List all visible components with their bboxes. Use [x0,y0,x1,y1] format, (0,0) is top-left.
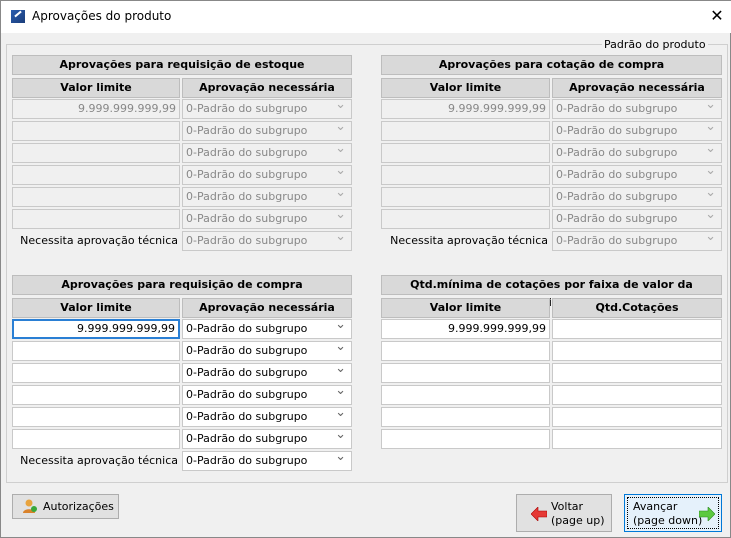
valor-limite-input[interactable] [12,407,180,427]
valor-limite-input[interactable] [381,429,550,449]
necessita-aprovacao-tecnica-label: Necessita aprovação técnica [20,454,178,467]
valor-limite-input: 9.999.999.999,99 [381,99,550,119]
compra-section-title: Aprovações para requisição de compra [12,275,352,295]
aprovacao-select[interactable]: 0-Padrão do subgrupo [182,407,352,427]
aprovacao-select[interactable]: 0-Padrão do subgrupo [182,385,352,405]
avancar-shortcut: (page down) [633,514,703,527]
aprovacao-select: 0-Padrão do subgrupo [552,209,722,229]
valor-limite-input[interactable] [381,407,550,427]
valor-limite-input [12,209,180,229]
users-icon [23,499,37,514]
valor-limite-input[interactable] [381,363,550,383]
valor-limite-input [381,209,550,229]
aprovacao-select: 0-Padrão do subgrupo [552,143,722,163]
title-bar: Aprovações do produto ✕ [1,1,731,33]
cotacao-section-title: Aprovações para cotação de compra [381,55,722,75]
app-icon [11,10,25,23]
valor-limite-input [381,143,550,163]
aprovacao-select[interactable]: 0-Padrão do subgrupo [182,363,352,383]
necessita-aprovacao-tecnica-label: Necessita aprovação técnica [20,234,178,247]
qtd-cotacoes-input[interactable] [552,429,722,449]
valor-limite-input[interactable] [12,385,180,405]
valor-limite-input[interactable]: 9.999.999.999,99 [12,319,180,339]
aprovacao-tecnica-select: 0-Padrão do subgrupo [552,231,722,251]
qtd-cotacoes-input[interactable] [552,319,722,339]
aprovacao-tecnica-select[interactable]: 0-Padrão do subgrupo [182,451,352,471]
window-title: Aprovações do produto [32,9,172,23]
avancar-button[interactable]: Avançar (page down) [624,494,722,532]
aprovacao-select: 0-Padrão do subgrupo [182,121,352,141]
column-header-valor-limite: Valor limite [381,298,550,318]
valor-limite-input[interactable] [12,363,180,383]
aprovacao-select[interactable]: 0-Padrão do subgrupo [182,319,352,339]
aprovacao-tecnica-select: 0-Padrão do subgrupo [182,231,352,251]
column-header-aprovacao: Aprovação necessária [182,78,352,98]
column-header-valor-limite: Valor limite [12,298,180,318]
qtd-section-title: Qtd.mínima de cotações por faixa de valo… [381,275,722,309]
aprovacao-select: 0-Padrão do subgrupo [552,165,722,185]
aprovacao-select: 0-Padrão do subgrupo [552,99,722,119]
aprovacao-select: 0-Padrão do subgrupo [552,187,722,207]
valor-limite-input [381,187,550,207]
column-header-valor-limite: Valor limite [381,78,550,98]
qtd-cotacoes-input[interactable] [552,341,722,361]
aprovacao-select: 0-Padrão do subgrupo [552,121,722,141]
aprovacao-select: 0-Padrão do subgrupo [182,209,352,229]
valor-limite-input: 9.999.999.999,99 [12,99,180,119]
valor-limite-input [12,165,180,185]
voltar-shortcut: (page up) [551,514,605,527]
valor-limite-input[interactable] [381,385,550,405]
valor-limite-input[interactable] [12,429,180,449]
valor-limite-input[interactable]: 9.999.999.999,99 [381,319,550,339]
autorizacoes-label: Autorizações [43,500,114,513]
group-legend: Padrão do produto [602,38,708,51]
voltar-label: Voltar [551,500,584,513]
aprovacao-select: 0-Padrão do subgrupo [182,187,352,207]
arrow-right-icon [698,506,716,524]
arrow-left-icon [530,506,548,524]
aprovacao-select[interactable]: 0-Padrão do subgrupo [182,429,352,449]
necessita-aprovacao-tecnica-label: Necessita aprovação técnica [390,234,548,247]
estoque-section-title: Aprovações para requisição de estoque [12,55,352,75]
column-header-qtd-cotacoes: Qtd.Cotações [552,298,722,318]
column-header-valor-limite: Valor limite [12,78,180,98]
valor-limite-input [381,121,550,141]
column-header-aprovacao: Aprovação necessária [552,78,722,98]
voltar-button[interactable]: Voltar (page up) [516,494,612,532]
autorizacoes-button[interactable]: Autorizações [12,494,119,519]
valor-limite-input [12,143,180,163]
aprovacao-select: 0-Padrão do subgrupo [182,165,352,185]
valor-limite-input [12,121,180,141]
column-header-aprovacao: Aprovação necessária [182,298,352,318]
valor-limite-input[interactable] [12,341,180,361]
qtd-cotacoes-input[interactable] [552,363,722,383]
qtd-cotacoes-input[interactable] [552,385,722,405]
valor-limite-input [12,187,180,207]
aprovacao-select: 0-Padrão do subgrupo [182,143,352,163]
valor-limite-input[interactable] [381,341,550,361]
aprovacao-select[interactable]: 0-Padrão do subgrupo [182,341,352,361]
valor-limite-input [381,165,550,185]
qtd-cotacoes-input[interactable] [552,407,722,427]
close-button[interactable]: ✕ [702,1,731,31]
aprovacao-select: 0-Padrão do subgrupo [182,99,352,119]
avancar-label: Avançar [633,500,678,513]
